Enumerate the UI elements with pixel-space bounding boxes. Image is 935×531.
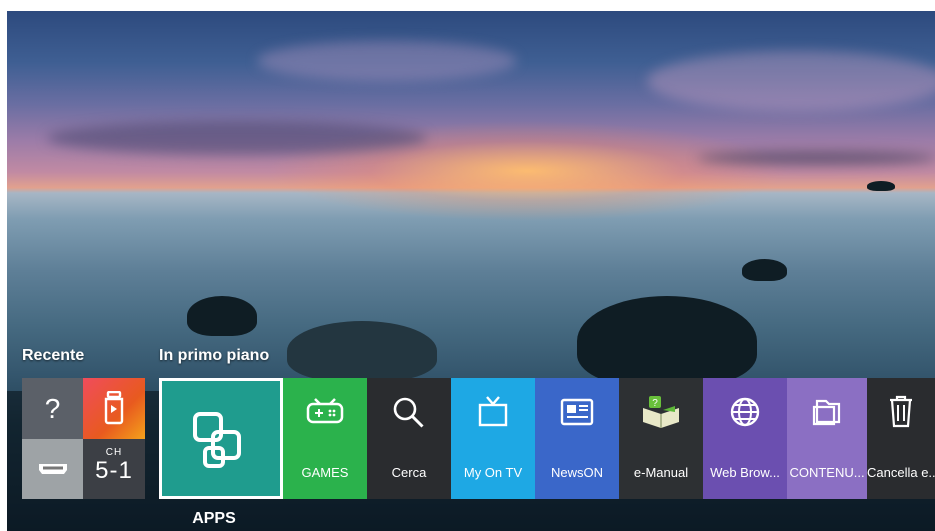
- rock: [187, 296, 257, 336]
- app-label: My On TV: [463, 465, 523, 480]
- rock: [287, 321, 437, 381]
- recent-section-title: Recente: [22, 347, 85, 364]
- rock: [577, 296, 757, 386]
- apps-icon: [193, 412, 241, 468]
- tv-icon: [478, 396, 508, 427]
- app-tile-search[interactable]: Cerca: [367, 378, 451, 499]
- apps-label: APPS: [192, 510, 236, 527]
- cloud: [647, 51, 935, 111]
- folder-icon: [812, 399, 841, 426]
- app-tile-web-browser[interactable]: Web Brow...: [703, 378, 787, 499]
- app-tile-games[interactable]: GAMES: [283, 378, 367, 499]
- trash-icon: [890, 395, 912, 428]
- hdmi-icon: [38, 464, 67, 474]
- app-label: NewsON: [550, 465, 603, 480]
- cloud: [697, 151, 935, 165]
- app-label: CONTENU...: [789, 465, 865, 480]
- globe-icon: [730, 397, 760, 427]
- rock: [867, 181, 895, 191]
- app-label: GAMES: [301, 465, 349, 480]
- app-tile-clear[interactable]: Cancella e...: [867, 378, 935, 499]
- help-icon: ?: [44, 393, 61, 424]
- apps-tile[interactable]: [159, 378, 283, 499]
- help-tile[interactable]: ?: [22, 378, 83, 439]
- cloud: [47, 121, 427, 155]
- svg-text:?: ?: [652, 398, 658, 409]
- app-icon: [104, 390, 124, 425]
- gamepad-icon: [306, 398, 344, 424]
- search-icon: [393, 397, 424, 428]
- app-label: Cancella e...: [867, 465, 935, 480]
- featured-section-title: In primo piano: [159, 347, 270, 364]
- cloud: [257, 41, 517, 81]
- app-label: Web Brow...: [710, 465, 780, 480]
- app-tile-contents[interactable]: CONTENU...: [787, 378, 867, 499]
- channel-number: 5-1: [95, 457, 133, 484]
- rock: [742, 259, 787, 281]
- app-tile-newson[interactable]: NewsON: [535, 378, 619, 499]
- book-icon: ?: [643, 396, 679, 428]
- news-icon: [560, 398, 594, 426]
- app-tile-e-manual[interactable]: ? e-Manual: [619, 378, 703, 499]
- channel-tile[interactable]: CH 5-1: [83, 439, 145, 499]
- app-label: e-Manual: [633, 465, 689, 480]
- app-tile-my-on-tv[interactable]: My On TV: [451, 378, 535, 499]
- recent-app-tile[interactable]: [83, 378, 145, 439]
- hdmi-tile[interactable]: [22, 439, 83, 499]
- app-label: Cerca: [391, 465, 427, 480]
